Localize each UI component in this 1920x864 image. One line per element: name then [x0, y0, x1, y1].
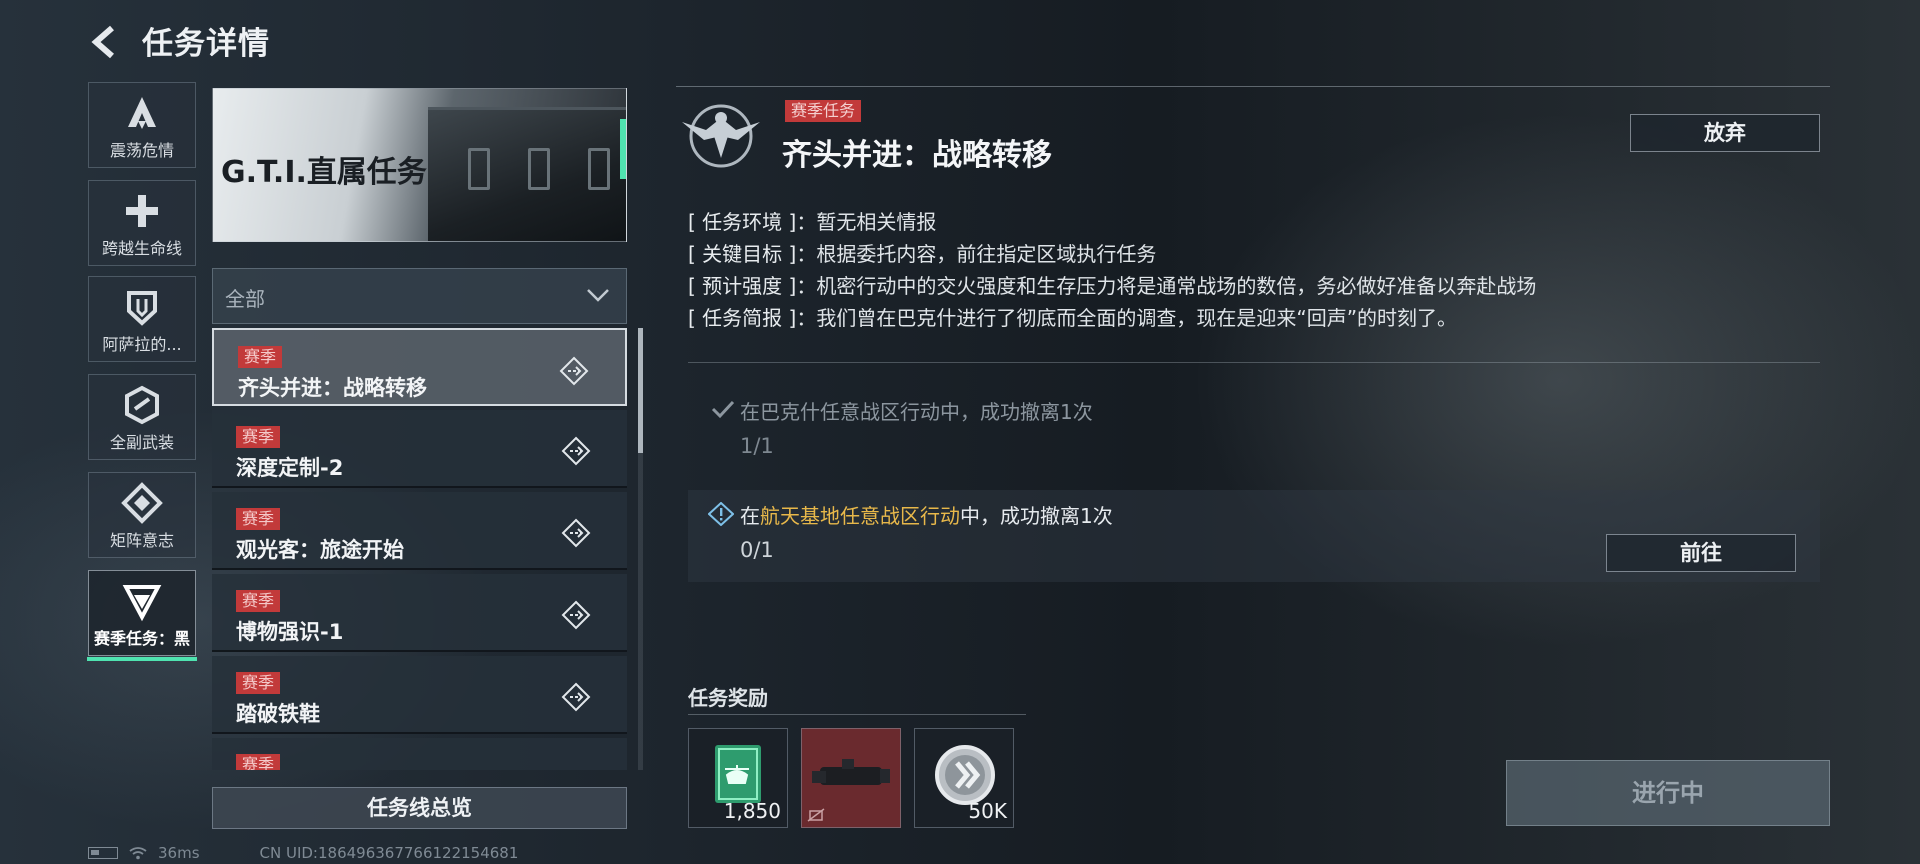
task-item[interactable]: 赛季 踏破铁鞋 — [212, 656, 627, 734]
in-progress-button[interactable]: 进行中 — [1506, 760, 1830, 826]
sidebar-item-label: 赛季任务：黑 — [93, 629, 190, 648]
eagle-emblem-icon — [682, 104, 760, 168]
reward-item[interactable]: 1,850 — [688, 728, 788, 828]
info-environment: [ 任务环境 ]：暂无相关情报 — [688, 206, 936, 235]
info-value: ：暂无相关情报 — [796, 210, 937, 234]
reward-item[interactable]: 50K — [914, 728, 1014, 828]
season-task-badge: 赛季任务 — [785, 100, 862, 122]
season-badge: 赛季 — [238, 346, 283, 368]
crate-image — [428, 107, 626, 241]
season-badge: 赛季 — [236, 672, 281, 694]
check-icon — [711, 400, 735, 419]
ping-text: 36ms — [158, 844, 200, 862]
task-item[interactable]: 赛季 齐头并进：战略转移 — [212, 328, 627, 406]
task-name: 观光客：旅途开始 — [236, 538, 404, 562]
sidebar-item-season[interactable]: 赛季任务：黑 — [87, 570, 197, 661]
task-item[interactable]: 赛季 博物强识-1 — [212, 574, 627, 652]
sidebar-item-label: 全副武装 — [109, 433, 174, 452]
season-badge: 赛季 — [236, 590, 281, 612]
info-key: [ 任务简报 ] — [688, 306, 797, 330]
status-bar: 36ms CN UID:1864963677661221546​81 — [88, 844, 518, 862]
reward-divider — [688, 714, 1026, 715]
task-item[interactable]: 赛季 观光客：旅途开始 — [212, 492, 627, 570]
scrollbar-thumb[interactable] — [638, 328, 643, 453]
section-divider — [688, 362, 1820, 363]
reward-qty: 1,850 — [723, 799, 781, 823]
uid-text: CN UID:1864963677661221546​81 — [259, 844, 519, 862]
hex-icon — [125, 385, 159, 425]
season-badge: 赛季 — [236, 426, 281, 448]
info-value: ：根据委托内容，前往指定区域执行任务 — [796, 242, 1157, 266]
delta-a-icon — [128, 97, 156, 129]
filter-selected: 全部 — [225, 287, 265, 311]
waypoint-icon[interactable] — [561, 682, 591, 712]
objective-text: 在巴克什任意战区行动中，成功撤离1次 — [740, 400, 1093, 424]
info-objective: [ 关键目标 ]：根据委托内容，前往指定区域执行任务 — [688, 238, 1156, 267]
sidebar-item-matrix[interactable]: 矩阵意志 — [88, 472, 196, 558]
diamond-icon — [121, 482, 163, 524]
reward-title: 任务奖励 — [688, 686, 768, 710]
page-title: 任务详情 — [142, 26, 270, 62]
task-item[interactable]: 赛季 — [212, 738, 627, 770]
info-value: ：我们曾在巴克什进行了彻底而全面的调查，现在是迎来“回声”的时刻了。 — [796, 306, 1458, 330]
wifi-icon — [129, 847, 147, 860]
task-name: 博物强识-1 — [236, 620, 344, 644]
season-badge: 赛季 — [236, 754, 281, 770]
filter-dropdown[interactable]: 全部 — [212, 268, 627, 324]
info-value: ：机密行动中的交火强度和生存压力将是通常战场的数倍，务必做好准备以奔赴战场 — [796, 274, 1537, 298]
battery-icon — [88, 847, 118, 859]
season-badge: 赛季 — [236, 508, 281, 530]
sidebar-item-asala[interactable]: 阿萨拉的... — [88, 276, 196, 362]
abandon-button[interactable]: 放弃 — [1630, 114, 1820, 152]
info-key: [ 任务环境 ] — [688, 210, 797, 234]
task-item[interactable]: 赛季 深度定制-2 — [212, 410, 627, 488]
waypoint-icon[interactable] — [559, 356, 589, 386]
sidebar-item-label: 矩阵意志 — [109, 531, 174, 550]
objective-progress: 0/1 — [740, 538, 774, 562]
banner-accent — [620, 119, 626, 179]
sidebar-item-armed[interactable]: 全副武装 — [88, 374, 196, 460]
objective-text: 在航天基地任意战区行动中，成功撤离1次 — [740, 504, 1113, 528]
objective-progress: 1/1 — [740, 434, 774, 458]
detail-divider — [676, 86, 1830, 87]
info-intensity: [ 预计强度 ]：机密行动中的交火强度和生存压力将是通常战场的数倍，务必做好准备… — [688, 270, 1536, 299]
banner-title: G.T.I.直属任务 — [221, 155, 427, 190]
cross-icon — [126, 195, 158, 227]
reward-item[interactable] — [801, 728, 901, 828]
sidebar-item-label: 跨越生命线 — [101, 239, 182, 258]
scope-item-icon — [807, 759, 890, 822]
active-indicator — [87, 657, 197, 661]
info-key: [ 关键目标 ] — [688, 242, 797, 266]
task-name: 深度定制-2 — [236, 456, 344, 480]
mission-title: 齐头并进：战略转移 — [782, 138, 1052, 173]
triangle-icon — [122, 585, 162, 622]
task-name: 齐头并进：战略转移 — [238, 376, 427, 400]
reward-qty: 50K — [968, 799, 1007, 823]
shield-icon — [127, 291, 157, 326]
sidebar-item-lifeline[interactable]: 跨越生命线 — [88, 180, 196, 266]
info-briefing: [ 任务简报 ]：我们曾在巴克什进行了彻底而全面的调查，现在是迎来“回声”的时刻… — [688, 302, 1457, 331]
waypoint-icon[interactable] — [561, 600, 591, 630]
chevron-down-icon — [587, 289, 609, 302]
sidebar-item-label: 震荡危情 — [109, 141, 174, 160]
sidebar-item-zhendang[interactable]: 震荡危情 — [88, 82, 196, 168]
waypoint-icon[interactable] — [561, 436, 591, 466]
info-key: [ 预计强度 ] — [688, 274, 797, 298]
back-arrow-icon[interactable] — [86, 22, 126, 62]
mission-line-overview-button[interactable]: 任务线总览 — [212, 787, 627, 829]
goto-button[interactable]: 前往 — [1606, 534, 1796, 572]
sidebar-item-label: 阿萨拉的... — [102, 335, 182, 354]
mission-line-banner: G.T.I.直属任务 — [212, 88, 627, 242]
waypoint-icon[interactable] — [561, 518, 591, 548]
objective-completed: 在巴克什任意战区行动中，成功撤离1次 1/1 — [688, 388, 1820, 470]
alert-diamond-icon — [708, 502, 734, 526]
task-list[interactable]: 赛季 齐头并进：战略转移 赛季 深度定制-2 赛季 观光客：旅途开始 赛季 博物… — [212, 328, 627, 770]
task-name: 踏破铁鞋 — [236, 702, 320, 726]
